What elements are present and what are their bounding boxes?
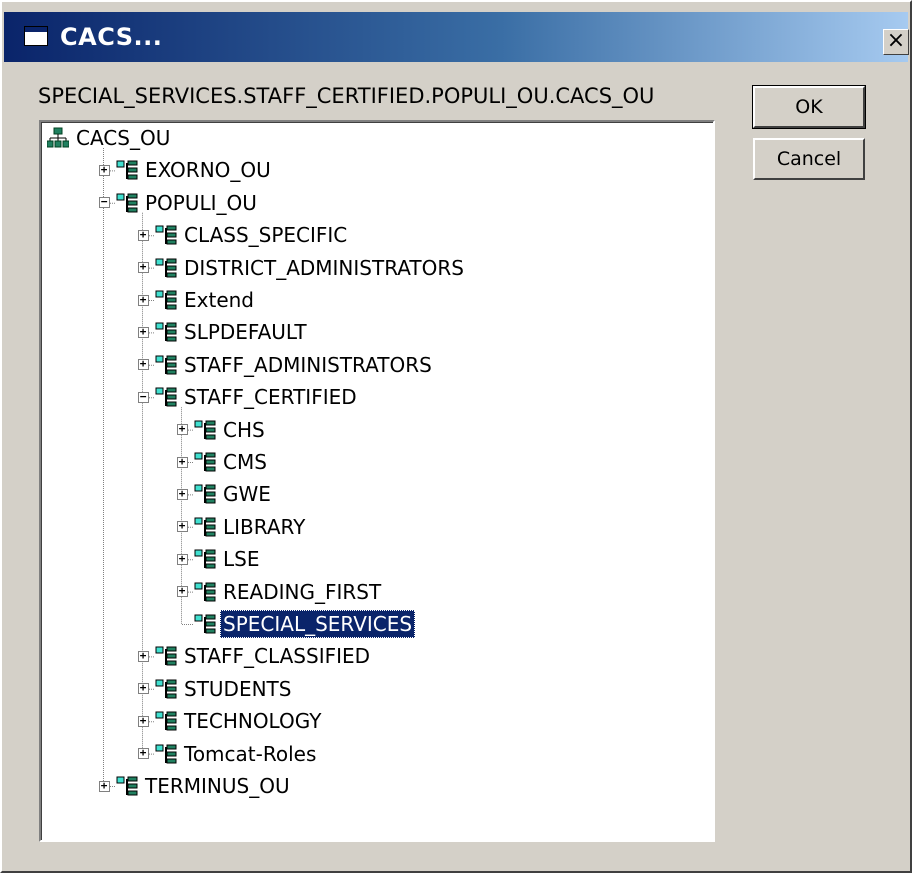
tree-node-label: CMS [223,450,267,474]
expand-plus-icon[interactable]: + [98,780,110,792]
tree-node[interactable]: + GWE [41,480,701,508]
organizational-unit-icon [155,355,177,375]
ok-button[interactable]: OK [752,85,866,129]
organizational-unit-icon [155,744,177,764]
collapse-minus-icon[interactable]: − [98,196,110,209]
tree-node-label: GWE [223,482,271,507]
tree-node-label: TECHNOLOGY [184,709,322,734]
collapse-minus-icon[interactable]: − [137,391,149,403]
expand-plus-icon[interactable]: + [137,261,149,274]
tree-node[interactable]: + CLASS_SPECIFIC [41,221,701,249]
organizational-unit-icon [194,517,216,537]
organizational-unit-icon [194,582,216,602]
expand-plus-icon[interactable]: + [137,326,149,338]
tree-node[interactable]: + SLPDEFAULT [41,318,701,346]
organizational-unit-icon [194,452,216,472]
tree-node[interactable]: + STAFF_CLASSIFIED [41,642,701,670]
close-button[interactable]: × [883,29,909,55]
tree-node[interactable]: + DISTRICT_ADMINISTRATORS [41,254,701,282]
tree-node[interactable]: − STAFF_CERTIFIED [41,383,701,411]
organizational-unit-icon [155,290,177,310]
tree-node-label: TERMINUS_OU [145,774,290,798]
tree-node[interactable]: − POPULI_OU [41,189,701,217]
tree-node-label: POPULI_OU [145,190,257,215]
expand-plus-icon[interactable]: + [137,229,149,241]
tree-node[interactable]: + CHS [41,416,701,444]
tree-node-label: STUDENTS [184,676,292,701]
expand-plus-icon[interactable]: + [137,358,149,371]
tree-node[interactable]: + CMS [41,448,701,476]
tree-node[interactable]: CACS_OU [41,124,701,152]
organizational-unit-icon [116,776,138,796]
title-bar[interactable]: CACS... × [4,12,909,62]
tree-node-label: READING_FIRST [223,579,382,604]
tree-node[interactable]: + EXORNO_OU [41,156,701,184]
selected-path-label: SPECIAL_SERVICES.STAFF_CERTIFIED.POPULI_… [38,84,655,108]
organizational-unit-icon [155,258,177,278]
tree-node[interactable]: + TECHNOLOGY [41,707,701,735]
organizational-unit-icon [155,387,177,407]
tree-node-label: Extend [184,288,254,312]
expand-plus-icon[interactable]: + [137,747,149,760]
organization-root-icon [47,127,69,148]
expand-plus-icon[interactable]: + [176,488,188,500]
organizational-unit-icon [155,646,177,666]
tree-node-label: SLPDEFAULT [184,320,307,345]
tree-node-label: CLASS_SPECIFIC [184,223,348,248]
expand-plus-icon[interactable]: + [137,715,149,727]
tree-node-label: STAFF_CERTIFIED [184,385,357,410]
organizational-unit-icon [194,484,216,504]
expand-plus-icon[interactable]: + [98,164,110,176]
organizational-unit-icon [155,679,177,699]
tree-node-label: LSE [223,547,260,572]
expand-plus-icon[interactable]: + [176,520,188,533]
window-icon [24,26,48,46]
tree-node[interactable]: + LIBRARY [41,513,701,541]
expand-plus-icon[interactable]: + [176,456,188,468]
tree-node[interactable]: + Extend [41,286,701,314]
expand-plus-icon[interactable]: + [176,423,188,436]
close-icon: × [886,28,906,53]
expand-plus-icon[interactable]: + [137,294,149,306]
organizational-unit-icon [194,614,216,634]
tree-node[interactable]: + STAFF_ADMINISTRATORS [41,351,701,379]
tree-node-label: SPECIAL_SERVICES [220,610,416,638]
expand-plus-icon[interactable]: + [176,553,188,565]
organizational-unit-icon [116,193,138,213]
cancel-button[interactable]: Cancel [753,138,865,180]
organizational-unit-icon [155,711,177,731]
tree-node[interactable]: + READING_FIRST [41,578,701,606]
tree-node[interactable]: + Tomcat-Roles [41,740,701,768]
tree-node-label: STAFF_ADMINISTRATORS [184,352,432,377]
tree-node-label: CHS [223,417,265,442]
tree-node[interactable]: SPECIAL_SERVICES [41,610,701,638]
tree-node-label: STAFF_CLASSIFIED [184,644,371,669]
tree-node-label: EXORNO_OU [145,158,271,183]
tree-node-label: CACS_OU [76,126,171,150]
directory-tree[interactable]: CACS_OU + EXORNO_OU − POPULI_OU + CLASS_SPECIF… [39,120,715,842]
organizational-unit-icon [194,549,216,569]
cacs-dialog: CACS... × SPECIAL_SERVICES.STAFF_CERTIFI… [0,0,912,873]
tree-node-label: DISTRICT_ADMINISTRATORS [184,255,464,280]
window-title: CACS... [60,23,163,51]
expand-plus-icon[interactable]: + [137,682,149,695]
organizational-unit-icon [155,225,177,245]
organizational-unit-icon [194,420,216,440]
expand-plus-icon[interactable]: + [137,650,149,662]
tree-node[interactable]: + LSE [41,545,701,573]
tree-node[interactable]: + STUDENTS [41,675,701,703]
organizational-unit-icon [155,322,177,342]
organizational-unit-icon [116,160,138,180]
tree-node-label: LIBRARY [223,514,306,539]
tree-node[interactable]: + TERMINUS_OU [41,772,701,800]
tree-node-label: Tomcat-Roles [184,741,317,766]
expand-plus-icon[interactable]: + [176,585,188,598]
